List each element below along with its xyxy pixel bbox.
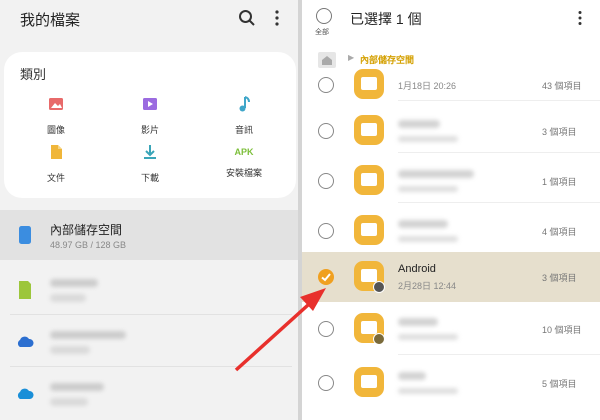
divider (398, 354, 600, 355)
blurred-name (398, 120, 440, 128)
divider (10, 366, 292, 367)
right-panel: 全部 已選擇 1 個 ▶ 內部儲存空間 1月18日 20:26 43 個項目 3… (302, 0, 600, 420)
folder-icon (354, 69, 384, 99)
category-label: 音訊 (234, 125, 253, 135)
category-documents[interactable]: 文件 (24, 142, 88, 184)
divider (10, 314, 292, 315)
video-icon (143, 98, 157, 110)
apk-icon: APK (234, 147, 254, 157)
storage-item-cloud-1[interactable] (0, 318, 298, 364)
storage-item-cloud-2[interactable] (0, 370, 298, 416)
sd-card-icon (19, 281, 31, 299)
row-checkbox[interactable] (318, 375, 334, 391)
item-date: 2月28日 12:44 (398, 281, 457, 291)
storage-usage: 48.97 GB / 128 GB (50, 240, 127, 250)
item-count: 4 個項目 (542, 227, 577, 237)
check-icon (321, 273, 331, 282)
document-icon (51, 145, 62, 159)
play-badge-icon (373, 333, 385, 345)
download-icon (144, 145, 156, 159)
category-label: 影片 (140, 125, 159, 135)
category-title: 類別 (20, 67, 47, 82)
blurred-date (398, 388, 458, 394)
row-checkbox[interactable] (318, 173, 334, 189)
list-item[interactable]: 1月18日 20:26 43 個項目 (302, 60, 600, 110)
blurred-name (398, 170, 474, 178)
category-label: 下載 (140, 173, 159, 183)
divider (398, 100, 600, 101)
blurred-label (50, 383, 104, 391)
list-item[interactable]: 3 個項目 (302, 106, 600, 156)
more-options-icon[interactable] (572, 10, 588, 26)
blurred-name (398, 372, 426, 380)
folder-icon (354, 165, 384, 195)
row-checkbox-checked[interactable] (318, 269, 334, 285)
item-count: 43 個項目 (542, 81, 582, 91)
select-all-label: 全部 (315, 29, 329, 36)
list-item[interactable]: 4 個項目 (302, 206, 600, 256)
selection-count: 已選擇 1 個 (350, 11, 422, 27)
category-card: 類別 圖像 影片 音訊 文件 下載 APK 安裝檔案 (4, 52, 296, 198)
category-label: 安裝檔案 (225, 168, 262, 178)
item-count: 3 個項目 (542, 127, 577, 137)
music-icon (239, 96, 250, 112)
phone-icon (19, 226, 31, 244)
folder-icon (354, 367, 384, 397)
folder-icon (354, 115, 384, 145)
row-checkbox[interactable] (318, 321, 334, 337)
left-header: 我的檔案 (0, 0, 298, 40)
app-title: 我的檔案 (20, 12, 81, 29)
row-checkbox[interactable] (318, 77, 334, 93)
category-audio[interactable]: 音訊 (212, 94, 276, 136)
blurred-label (50, 346, 90, 354)
item-count: 1 個項目 (542, 177, 577, 187)
onedrive-icon (17, 388, 34, 399)
select-all-checkbox[interactable] (316, 8, 332, 24)
blurred-date (398, 186, 458, 192)
row-checkbox[interactable] (318, 223, 334, 239)
more-options-icon[interactable] (268, 9, 286, 27)
left-panel: 我的檔案 類別 圖像 影片 音訊 文件 下載 APK 安裝檔案 內部儲存空間 4… (0, 0, 298, 420)
storage-item-sd[interactable] (0, 266, 298, 312)
list-item[interactable]: 10 個項目 (302, 304, 600, 354)
blurred-date (398, 136, 458, 142)
item-name: Android (398, 263, 436, 275)
list-item-selected[interactable]: Android 2月28日 12:44 3 個項目 (302, 252, 600, 302)
blurred-name (398, 220, 448, 228)
row-checkbox[interactable] (318, 123, 334, 139)
list-item[interactable]: 1 個項目 (302, 156, 600, 206)
image-icon (49, 98, 63, 110)
settings-badge-icon (373, 281, 385, 293)
blurred-label (50, 331, 126, 339)
item-count: 10 個項目 (542, 325, 582, 335)
item-count: 5 個項目 (542, 379, 577, 389)
cloud-icon (17, 336, 34, 347)
category-downloads[interactable]: 下載 (118, 142, 182, 184)
blurred-label (50, 398, 88, 406)
category-apk[interactable]: APK 安裝檔案 (212, 142, 276, 179)
item-date: 1月18日 20:26 (398, 81, 457, 91)
search-icon[interactable] (238, 9, 256, 27)
storage-name: 內部儲存空間 (50, 223, 123, 237)
category-images[interactable]: 圖像 (24, 94, 88, 136)
category-label: 文件 (46, 173, 65, 183)
blurred-date (398, 236, 458, 242)
blurred-label (50, 279, 98, 287)
blurred-date (398, 334, 458, 340)
folder-icon (354, 215, 384, 245)
blurred-label (50, 294, 86, 302)
selection-header: 全部 已選擇 1 個 (302, 0, 600, 44)
divider (398, 202, 600, 203)
blurred-name (398, 318, 438, 326)
list-item[interactable]: 5 個項目 (302, 358, 600, 408)
divider (398, 152, 600, 153)
category-label: 圖像 (46, 125, 65, 135)
internal-storage-item[interactable]: 內部儲存空間 48.97 GB / 128 GB (0, 210, 298, 260)
category-videos[interactable]: 影片 (118, 94, 182, 136)
item-count: 3 個項目 (542, 273, 577, 283)
